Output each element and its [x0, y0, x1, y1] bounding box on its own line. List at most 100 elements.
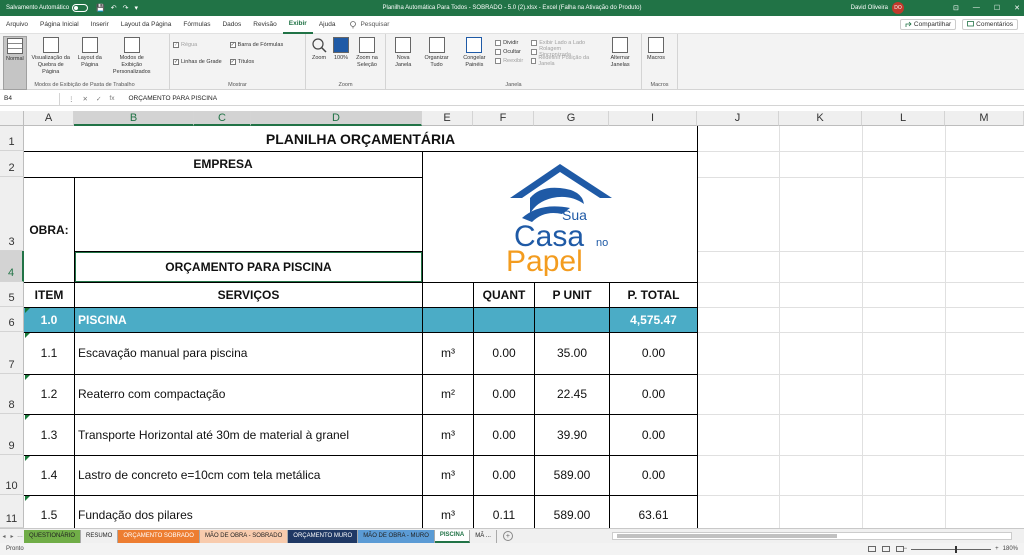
sheet-tab-mao-obra-muro[interactable]: MÃO DE OBRA - MURO [358, 529, 435, 543]
item-punit[interactable]: 589.00 [535, 495, 609, 528]
redo-icon[interactable]: ↷ [123, 4, 129, 12]
section-item[interactable]: 1.0 [24, 307, 74, 332]
column-header-l[interactable]: L [862, 111, 945, 126]
item-description[interactable]: Lastro de concreto e=10cm com tela metál… [75, 455, 422, 495]
column-header-f[interactable]: F [473, 111, 534, 126]
item-punit[interactable]: 589.00 [535, 455, 609, 495]
item-punit[interactable]: 39.90 [535, 414, 609, 455]
share-button[interactable]: Compartilhar [899, 19, 957, 30]
column-header-c[interactable]: C [194, 111, 251, 126]
row-header-7[interactable]: 7 [0, 332, 24, 374]
row-header-2[interactable]: 2 [0, 151, 24, 177]
item-description[interactable]: Transporte Horizontal até 30m de materia… [75, 414, 422, 455]
obra-value-cell[interactable] [75, 177, 422, 251]
tab-arquivo[interactable]: Arquivo [0, 16, 34, 34]
zoom-slider[interactable] [911, 545, 992, 553]
item-number[interactable]: 1.4 [24, 455, 74, 495]
header-services[interactable]: SERVIÇOS [75, 282, 422, 307]
column-header-d[interactable]: D [251, 111, 422, 126]
ruler-checkbox[interactable]: ✓ Régua [173, 40, 222, 49]
zoom-level[interactable]: 180% [1003, 546, 1018, 552]
header-punit[interactable]: P UNIT [535, 282, 609, 307]
item-description[interactable]: Fundação dos pilares [75, 495, 422, 528]
close-icon[interactable]: ✕ [1014, 4, 1020, 12]
user-account[interactable]: David Oliveira DO [851, 2, 904, 14]
row-header-3[interactable]: 3 [0, 177, 24, 251]
tab-exibir[interactable]: Exibir [282, 16, 313, 34]
tab-ajuda[interactable]: Ajuda [313, 16, 342, 34]
item-description[interactable]: Escavação manual para piscina [75, 332, 422, 374]
sheet-tab-orcamento-muro[interactable]: ORÇAMENTO MURO [288, 529, 359, 543]
item-punit[interactable]: 35.00 [535, 332, 609, 374]
horizontal-scrollbar[interactable] [612, 532, 1012, 540]
item-number[interactable]: 1.5 [24, 495, 74, 528]
item-unit[interactable]: m³ [423, 495, 473, 528]
section-total[interactable]: 4,575.47 [610, 307, 697, 332]
headings-checkbox[interactable]: ✓ Títulos [229, 57, 284, 66]
item-quant[interactable]: 0.00 [474, 374, 534, 414]
sheet-tab-resumo[interactable]: RESUMO [81, 529, 119, 543]
page-layout-view-icon[interactable] [882, 546, 890, 552]
column-header-b[interactable]: B [74, 111, 194, 126]
normal-view-icon[interactable] [868, 546, 876, 552]
sheet-title[interactable]: PLANILHA ORÇAMENTÁRIA [24, 126, 697, 151]
zoom-out-icon[interactable]: − [904, 546, 908, 552]
column-header-m[interactable]: M [945, 111, 1024, 126]
obra-label[interactable]: OBRA: [24, 177, 74, 282]
row-header-9[interactable]: 9 [0, 414, 24, 455]
item-number[interactable]: 1.3 [24, 414, 74, 455]
item-ptotal[interactable]: 0.00 [610, 332, 697, 374]
header-ptotal[interactable]: P. TOTAL [610, 282, 697, 307]
sheet-tab-mao-obra-sobrado[interactable]: MÃO DE OBRA - SOBRADO [199, 529, 289, 543]
sheet-tab-orcamento-sobrado[interactable]: ORÇAMENTO SOBRADO [118, 529, 200, 543]
zoom-in-icon[interactable]: + [995, 546, 999, 552]
item-number[interactable]: 1.1 [24, 332, 74, 374]
item-punit[interactable]: 22.45 [535, 374, 609, 414]
add-sheet-icon[interactable]: + [502, 531, 513, 541]
item-unit[interactable]: m³ [423, 455, 473, 495]
search-box[interactable]: Pesquisar [349, 20, 389, 29]
item-ptotal[interactable]: 0.00 [610, 374, 697, 414]
tab-layout[interactable]: Layout da Página [115, 16, 178, 34]
column-header-a[interactable]: A [24, 111, 74, 126]
maximize-icon[interactable]: ☐ [994, 4, 1000, 12]
select-all-corner[interactable] [0, 111, 24, 126]
row-header-5[interactable]: 5 [0, 282, 24, 307]
formula-input[interactable]: ORÇAMENTO PARA PISCINA [122, 95, 217, 102]
item-description[interactable]: Reaterro com compactação [75, 374, 422, 414]
autosave-toggle[interactable] [72, 4, 89, 12]
item-quant[interactable]: 0.00 [474, 332, 534, 374]
item-ptotal[interactable]: 0.00 [610, 414, 697, 455]
customize-qat-icon[interactable]: ▾ [135, 4, 139, 12]
row-header-6[interactable]: 6 [0, 307, 24, 332]
avatar[interactable]: DO [892, 2, 904, 14]
header-quant[interactable]: QUANT [474, 282, 534, 307]
more-sheets-icon[interactable]: … [16, 533, 24, 539]
insert-function-icon[interactable]: fx [109, 95, 114, 103]
row-header-8[interactable]: 8 [0, 374, 24, 414]
more-icon[interactable]: ⋮ [68, 95, 75, 103]
item-unit[interactable]: m² [423, 374, 473, 414]
sheet-tab-piscina[interactable]: PISCINA [434, 529, 471, 543]
sheet-tab-questionario[interactable]: QUESTIONÁRIO [24, 529, 82, 543]
column-header-i[interactable]: I [609, 111, 697, 126]
worksheet-grid[interactable]: A B C D E F G I J K L M 1 2 3 4 5 6 7 8 … [0, 111, 1024, 528]
autosave-control[interactable]: Salvamento Automático [6, 4, 89, 12]
column-header-e[interactable]: E [422, 111, 473, 126]
ribbon-display-icon[interactable]: ⊡ [953, 4, 959, 12]
hide-button[interactable]: Ocultar [495, 47, 523, 56]
header-item[interactable]: ITEM [24, 282, 74, 307]
item-ptotal[interactable]: 0.00 [610, 455, 697, 495]
scrollbar-thumb[interactable] [617, 534, 837, 538]
row-header-1[interactable]: 1 [0, 126, 24, 151]
prev-sheet-icon[interactable]: ◂ [0, 533, 8, 540]
item-unit[interactable]: m³ [423, 414, 473, 455]
sheet-tab-more[interactable]: MÃ ... [470, 529, 497, 543]
save-icon[interactable]: 💾 [96, 4, 105, 12]
name-box[interactable]: B4 [0, 92, 60, 105]
company-label[interactable]: EMPRESA [24, 151, 422, 177]
item-quant[interactable]: 0.00 [474, 414, 534, 455]
item-number[interactable]: 1.2 [24, 374, 74, 414]
tab-pagina-inicial[interactable]: Página Inicial [34, 16, 85, 34]
tab-inserir[interactable]: Inserir [85, 16, 115, 34]
